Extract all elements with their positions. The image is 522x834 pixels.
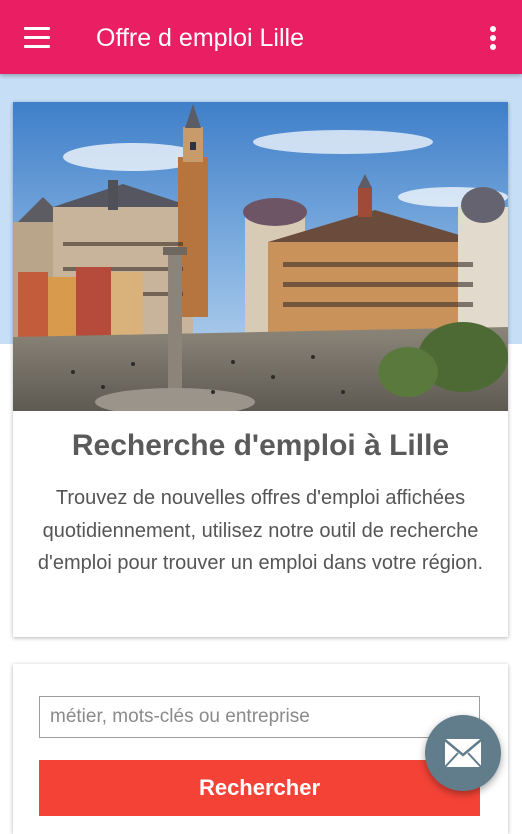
more-options-icon[interactable]	[478, 20, 508, 56]
contact-fab[interactable]	[425, 715, 501, 791]
page-heading: Recherche d'emploi à Lille	[71, 429, 450, 462]
intro-card: Recherche d'emploi à Lille Trouvez de no…	[13, 102, 508, 637]
app-title: Offre d emploi Lille	[96, 24, 304, 52]
hamburger-menu-icon[interactable]	[12, 18, 60, 58]
intro-description: Trouvez de nouvelles offres d'emploi aff…	[37, 487, 484, 574]
search-input[interactable]	[39, 696, 480, 738]
app-bar: Offre d emploi Lille	[0, 0, 522, 74]
city-photo	[13, 102, 508, 411]
search-button[interactable]: Rechercher	[39, 760, 480, 816]
mail-icon	[444, 739, 482, 768]
